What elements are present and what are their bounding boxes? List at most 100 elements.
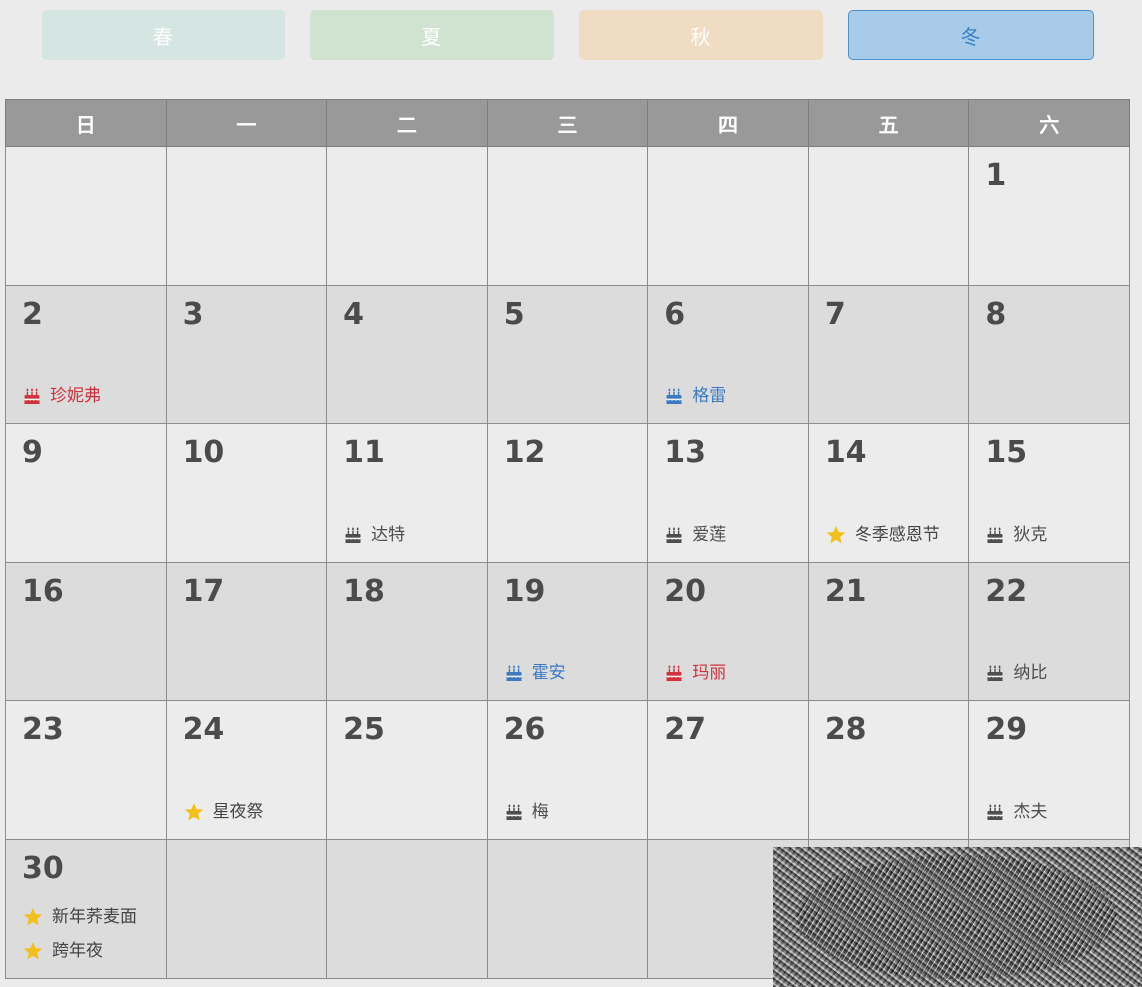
day-number: 12 xyxy=(503,435,546,471)
day-number: 24 xyxy=(182,712,225,748)
calendar-day-cell[interactable]: 9 xyxy=(5,423,167,563)
calendar-day-cell[interactable]: 11 达特 xyxy=(326,423,488,563)
event-label: 狄克 xyxy=(1013,524,1048,545)
day-number: 3 xyxy=(182,296,204,332)
calendar-empty-cell xyxy=(165,146,328,286)
calendar-empty-cell xyxy=(326,146,488,286)
event-label: 霍安 xyxy=(531,663,566,684)
calendar-day-cell[interactable]: 5 xyxy=(486,284,649,425)
weekday-header-tue: 二 xyxy=(326,99,488,147)
day-number: 16 xyxy=(22,573,64,609)
birthday-event[interactable]: 霍安 xyxy=(505,662,566,684)
birthday-event[interactable]: 梅 xyxy=(505,801,549,823)
festival-event[interactable]: 新年荞麦面 xyxy=(23,906,137,928)
calendar-day-cell[interactable]: 1 xyxy=(968,146,1130,286)
birthday-event[interactable]: 格雷 xyxy=(665,385,726,407)
day-number: 9 xyxy=(22,435,43,471)
calendar-day-cell[interactable]: 10 xyxy=(165,423,328,563)
calendar-empty-cell xyxy=(5,146,167,286)
day-number: 10 xyxy=(182,435,225,471)
calendar-day-cell[interactable]: 8 xyxy=(968,284,1130,425)
calendar-week-row: 16 17 18 19 霍安 20 玛丽 21 22 纳比 xyxy=(5,561,1130,702)
weekday-header-row: 日 一 二 三 四 五 六 xyxy=(5,99,1130,147)
calendar-day-cell[interactable]: 20 玛丽 xyxy=(647,561,809,702)
day-number: 28 xyxy=(824,712,867,748)
weekday-header-wed: 三 xyxy=(486,99,649,147)
calendar-day-cell[interactable]: 27 xyxy=(647,700,809,840)
day-number: 4 xyxy=(343,296,364,332)
day-number: 20 xyxy=(664,573,706,609)
calendar-day-cell[interactable]: 21 xyxy=(807,561,970,702)
birthday-event[interactable]: 达特 xyxy=(344,524,405,546)
calendar-body: 1 2 珍妮弗 3 4 5 6 格雷 7 8 9 10 11 达特 12 13 爱莲 14 冬季感恩节 15 狄克 16 1… xyxy=(5,146,1130,979)
calendar-day-cell[interactable]: 12 xyxy=(486,423,649,563)
calendar-day-cell[interactable]: 17 xyxy=(165,561,328,702)
calendar-day-cell[interactable]: 2 珍妮弗 xyxy=(5,284,167,425)
calendar-day-cell[interactable]: 29 杰夫 xyxy=(968,700,1130,840)
star-icon xyxy=(23,907,43,925)
festival-event[interactable]: 星夜祭 xyxy=(184,801,264,823)
day-number: 11 xyxy=(343,435,385,471)
calendar-day-cell[interactable]: 24 星夜祭 xyxy=(165,700,328,840)
birthday-event[interactable]: 杰夫 xyxy=(986,801,1047,823)
calendar-day-cell[interactable]: 13 爱莲 xyxy=(647,423,809,563)
day-number: 13 xyxy=(664,435,706,471)
calendar-day-cell[interactable]: 28 xyxy=(807,700,970,840)
day-number: 22 xyxy=(985,573,1028,609)
event-list: 狄克 xyxy=(986,524,1047,546)
calendar-day-cell[interactable]: 26 梅 xyxy=(486,700,649,840)
day-number: 2 xyxy=(22,296,43,332)
event-list: 珍妮弗 xyxy=(23,385,101,407)
calendar-page: 春 夏 秋 冬 日 一 二 三 四 五 六 1 2 珍妮弗 3 4 5 6 格雷 7 8 9 10 11… xyxy=(0,0,1142,987)
calendar-grid: 日 一 二 三 四 五 六 1 2 珍妮弗 3 4 5 6 格雷 7 8 9 10 11 达特 12 13 爱莲… xyxy=(5,99,1130,979)
day-number: 18 xyxy=(343,573,385,609)
day-number: 21 xyxy=(824,573,867,609)
event-label: 爱莲 xyxy=(692,524,727,545)
cake-icon xyxy=(505,665,522,682)
calendar-day-cell[interactable]: 14 冬季感恩节 xyxy=(807,423,970,563)
season-button-summer[interactable]: 夏 xyxy=(310,10,554,60)
calendar-day-cell[interactable]: 30 新年荞麦面跨年夜 xyxy=(5,838,167,979)
calendar-day-cell[interactable]: 16 xyxy=(5,561,167,702)
cake-icon xyxy=(987,527,1004,543)
calendar-day-cell[interactable]: 19 霍安 xyxy=(486,561,649,702)
event-list: 霍安 xyxy=(505,662,566,684)
star-icon xyxy=(23,941,43,959)
birthday-event[interactable]: 爱莲 xyxy=(665,524,726,546)
calendar-day-cell[interactable]: 18 xyxy=(326,561,488,702)
event-list: 新年荞麦面 跨年夜 xyxy=(23,906,137,962)
calendar-empty-cell xyxy=(326,838,488,979)
season-button-fall[interactable]: 秋 xyxy=(579,10,823,60)
season-button-spring[interactable]: 春 xyxy=(42,10,285,60)
birthday-event[interactable]: 珍妮弗 xyxy=(23,385,101,407)
calendar-week-row: 23 24 星夜祭 25 26 梅 27 28 29 杰夫 xyxy=(5,700,1130,840)
event-list: 爱莲 xyxy=(665,524,726,546)
day-number: 8 xyxy=(985,296,1007,332)
season-button-winter[interactable]: 冬 xyxy=(848,10,1094,60)
cake-icon xyxy=(987,804,1004,820)
calendar-day-cell[interactable]: 6 格雷 xyxy=(647,284,809,425)
day-number: 1 xyxy=(985,158,1007,193)
calendar-day-cell[interactable]: 3 xyxy=(165,284,328,425)
birthday-event[interactable]: 狄克 xyxy=(986,524,1047,546)
calendar-day-cell[interactable]: 22 纳比 xyxy=(968,561,1130,702)
calendar-day-cell[interactable]: 15 狄克 xyxy=(968,423,1130,563)
cake-icon xyxy=(666,527,683,543)
birthday-event[interactable]: 玛丽 xyxy=(665,662,726,684)
event-label: 珍妮弗 xyxy=(50,386,101,407)
calendar-day-cell[interactable]: 23 xyxy=(5,700,167,840)
cake-icon xyxy=(345,527,361,543)
day-number: 17 xyxy=(182,573,225,609)
festival-event[interactable]: 跨年夜 xyxy=(23,940,137,962)
cake-icon xyxy=(24,388,40,405)
weekday-header-sat: 六 xyxy=(968,99,1130,147)
weekday-header-sun: 日 xyxy=(5,99,167,147)
calendar-day-cell[interactable]: 4 xyxy=(326,284,488,425)
day-number: 30 xyxy=(22,850,64,886)
event-list: 冬季感恩节 xyxy=(826,524,940,546)
birthday-event[interactable]: 纳比 xyxy=(986,662,1047,684)
event-label: 跨年夜 xyxy=(52,940,103,961)
calendar-day-cell[interactable]: 7 xyxy=(807,284,970,425)
calendar-day-cell[interactable]: 25 xyxy=(326,700,488,840)
festival-event[interactable]: 冬季感恩节 xyxy=(826,524,940,546)
